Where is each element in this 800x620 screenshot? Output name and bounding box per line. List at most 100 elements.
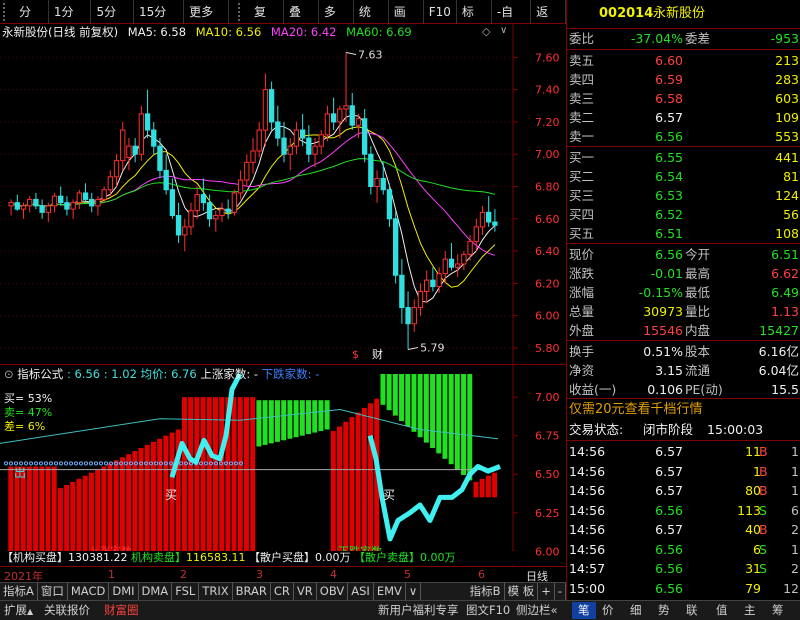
tab-asi[interactable]: ASI — [348, 583, 374, 600]
tab-obv[interactable]: OBV — [317, 583, 349, 600]
expand-button[interactable]: 扩展▲ — [4, 602, 33, 620]
statistics-button[interactable]: 统计 — [354, 0, 389, 43]
stat-row[interactable]: 涨跌 -0.01 最高 6.62 — [567, 264, 800, 283]
side-tab-trend[interactable]: 势 — [658, 602, 670, 619]
tick-row[interactable]: 14:56 6.57 1 B 1 — [567, 462, 800, 481]
indicator-chart[interactable]: 7.00 6.75 6.50 6.25 6.00 — [0, 364, 566, 566]
date-axis: 2021年 1 2 3 4 5 6 日线 — [0, 566, 566, 583]
stat-row[interactable]: 现价 6.56 今开 6.51 — [567, 245, 800, 264]
side-tab-price[interactable]: 价 — [602, 602, 614, 619]
new-user-welfare-link[interactable]: 新用户福利专享 — [378, 602, 459, 619]
tab-window[interactable]: 窗口 — [38, 583, 68, 600]
tab-5min[interactable]: 5分钟 — [91, 0, 135, 43]
tick-row[interactable]: 14:56 6.56 6 S 1 — [567, 540, 800, 559]
tab-more[interactable]: 更多 ▼ — [184, 0, 230, 42]
tick-row[interactable]: 14:56 6.57 40 B 2 — [567, 520, 800, 539]
multi-stock-button[interactable]: 多股 — [319, 0, 354, 43]
side-tab-related[interactable]: 联 — [686, 602, 698, 619]
more-label: 更多 — [189, 4, 214, 19]
tab-fsl[interactable]: FSL — [172, 583, 200, 600]
tab-emv[interactable]: EMV — [374, 583, 406, 600]
zoom-out-button[interactable]: - — [555, 583, 566, 600]
dividend-marker-icon[interactable]: $ — [352, 348, 359, 361]
bid-level-2[interactable]: 买二 6.54 81 — [567, 167, 800, 186]
candle-body — [299, 129, 306, 139]
tick-row[interactable]: 14:57 6.56 31 S 2 — [567, 559, 800, 578]
bid-level-5[interactable]: 买五 6.51 108 — [567, 224, 800, 243]
ask-level-5[interactable]: 卖五 6.60 213 — [567, 51, 800, 70]
side-tab-main[interactable]: 主 — [744, 602, 756, 619]
header-chevron-icon[interactable]: ∨ — [500, 25, 507, 36]
buy-sell-legend: 买= 53% 卖= 47% 差= 6% — [4, 392, 52, 434]
tick-count: 1 — [791, 463, 799, 479]
wealth-circle-button[interactable]: 财富圈 — [104, 602, 139, 619]
tick-row[interactable]: 14:56 6.57 80 B 1 — [567, 481, 800, 500]
tab-1min[interactable]: 1分钟 — [49, 0, 92, 43]
fundamental-row[interactable]: 净资 3.15 流通 6.04亿 — [567, 361, 800, 380]
side-tab-chips[interactable]: 筹 — [772, 602, 784, 619]
stat-row[interactable]: 涨幅 -0.15% 最低 6.49 — [567, 283, 800, 302]
tab-intraday[interactable]: 分时 — [14, 0, 49, 43]
sidebar-link[interactable]: 侧边栏« — [516, 602, 558, 619]
tick-row[interactable]: 14:56 6.57 11 B 1 — [567, 442, 800, 461]
restore-rights-button[interactable]: 复权 — [249, 0, 284, 43]
ask-level-3[interactable]: 卖三 6.58 603 — [567, 89, 800, 108]
y-tick-label: 6.40 — [535, 245, 560, 258]
tab-trix[interactable]: TRIX — [199, 583, 233, 600]
tab-template[interactable]: 模 板 — [505, 583, 539, 600]
side-tab-detail[interactable]: 细 — [630, 602, 642, 619]
tick-row[interactable]: 15:00 6.56 79 12 — [567, 579, 800, 598]
remove-watchlist-button[interactable]: -自选 — [492, 0, 532, 43]
bid-level-3[interactable]: 买三 6.53 124 — [567, 186, 800, 205]
graphic-f10-link[interactable]: 图文F10 — [466, 602, 510, 619]
candlestick-chart[interactable]: 7.60 7.40 7.20 7.00 6.80 6.60 6.40 6.20 6.00 5.80… — [0, 24, 566, 364]
ask-price: 6.58 — [655, 91, 683, 106]
toolbar-grip-2[interactable] — [238, 2, 246, 21]
tab-more-indicators[interactable]: ∨ — [406, 583, 422, 600]
back-button[interactable]: 返回 — [531, 0, 567, 43]
bid-level-4[interactable]: 买四 6.52 56 — [567, 205, 800, 224]
tab-vr[interactable]: VR — [294, 583, 317, 600]
toolbar-grip[interactable] — [3, 2, 11, 21]
stat-row[interactable]: 总量 30973 量比 1.13 — [567, 302, 800, 321]
stat-label: 最低 — [685, 285, 711, 300]
related-quotes-button[interactable]: 关联报价 — [44, 602, 90, 619]
tab-brar[interactable]: BRAR — [233, 583, 271, 600]
header-diamond-icon[interactable]: ◇ — [482, 25, 490, 38]
tick-row[interactable]: 14:56 6.56 113 S 6 — [567, 501, 800, 520]
zoom-in-button[interactable]: + — [538, 583, 555, 600]
draw-line-button[interactable]: 画线 — [389, 0, 424, 43]
ask-level-1[interactable]: 卖一 6.56 553 — [567, 127, 800, 146]
bid-label: 买五 — [569, 226, 595, 241]
tab-dmi[interactable]: DMI — [109, 583, 139, 600]
f10-button[interactable]: F10 — [424, 0, 457, 24]
indicator-settings-icon[interactable]: ⊙ — [4, 367, 14, 381]
tab-cr[interactable]: CR — [271, 583, 294, 600]
candle-body — [492, 221, 498, 226]
bid-level-1[interactable]: 买一 6.55 441 — [567, 148, 800, 167]
tab-indicator-a[interactable]: 指标A — [0, 583, 38, 600]
tick-time: 14:56 — [569, 541, 606, 557]
ask-level-2[interactable]: 卖二 6.57 109 — [567, 108, 800, 127]
ask-label: 卖三 — [569, 91, 595, 106]
period-toolbar: 分时 1分钟 5分钟 15分钟 更多 ▼ 复权 叠加 多股 统计 画线 F10 … — [0, 0, 567, 43]
promo-link[interactable]: 仅需20元查看千档行情 — [569, 400, 703, 419]
side-tab-ticks[interactable]: 笔 — [572, 602, 596, 619]
y-tick-label: 7.40 — [535, 84, 560, 97]
finance-marker-icon[interactable]: 财 — [372, 347, 383, 361]
indicator-bar — [287, 400, 293, 439]
mark-button[interactable]: 标记 — [457, 0, 492, 43]
tab-dma[interactable]: DMA — [139, 583, 173, 600]
side-tab-value[interactable]: 值 — [716, 602, 728, 619]
indicator-bar — [405, 374, 411, 427]
indicator-name[interactable]: 指标公式 — [17, 367, 63, 381]
fundamental-row[interactable]: 收益(一) 0.106 PE(动) 15.5 — [567, 380, 800, 399]
stat-row[interactable]: 外盘 15546 内盘 15427 — [567, 321, 800, 340]
fundamental-row[interactable]: 换手 0.51% 股本 6.16亿 — [567, 342, 800, 361]
overlay-button[interactable]: 叠加 — [284, 0, 319, 43]
ask-label: 卖五 — [569, 53, 595, 68]
ask-level-4[interactable]: 卖四 6.59 283 — [567, 70, 800, 89]
tab-indicator-b[interactable]: 指标B — [467, 583, 505, 600]
tab-macd[interactable]: MACD — [68, 583, 110, 600]
tab-15min[interactable]: 15分钟 — [134, 0, 185, 43]
